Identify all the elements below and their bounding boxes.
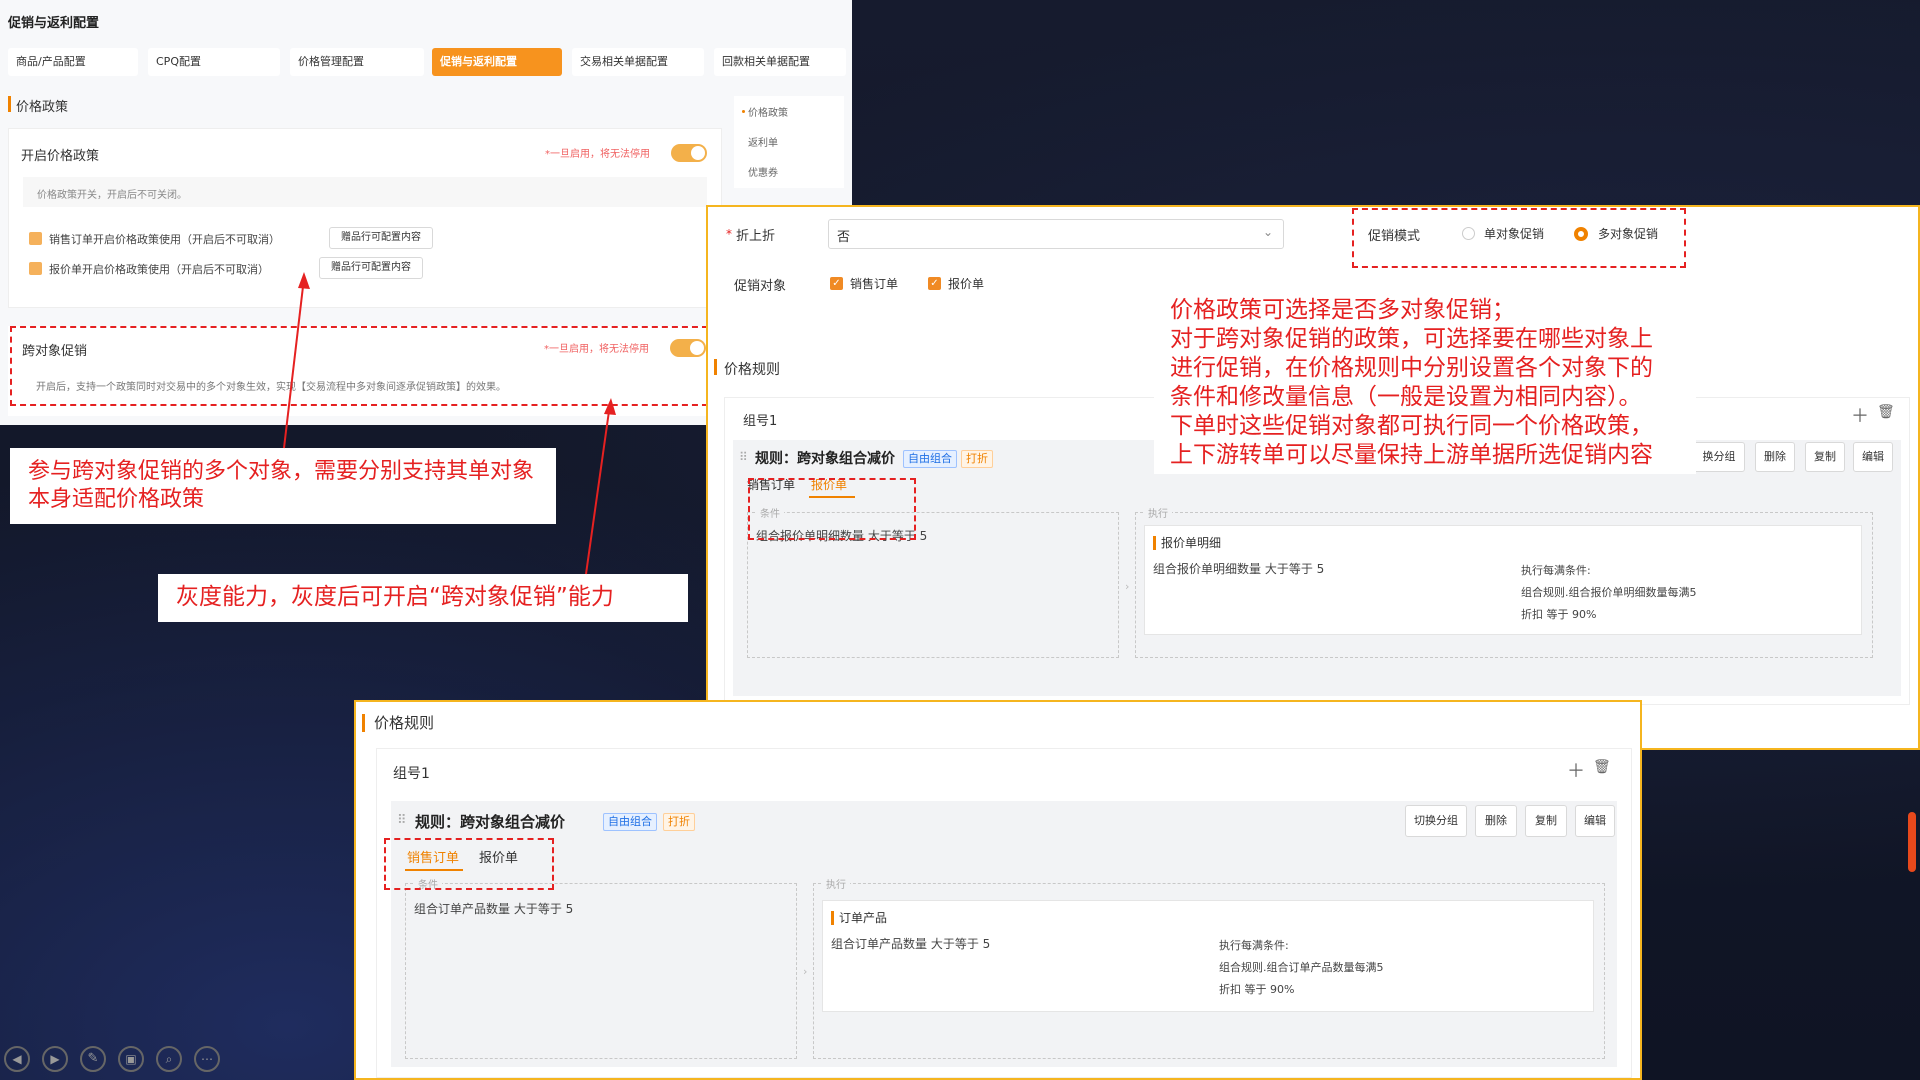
tag-discount: 打折 xyxy=(961,450,993,468)
execution-card: 报价单明细 组合报价单明细数量 大于等于 5 执行每满条件: 组合规则.组合报价… xyxy=(1144,525,1862,635)
bottom-edit-button[interactable]: 编辑 xyxy=(1575,805,1615,837)
delete-button[interactable]: 删除 xyxy=(1755,442,1795,472)
highlight-right-tabs xyxy=(748,478,916,540)
promo-target-label: 促销对象 xyxy=(734,279,787,294)
highlight-promo-mode xyxy=(1352,208,1686,268)
bottom-delete-button[interactable]: 删除 xyxy=(1475,805,1517,837)
bottom-condition-box: 条件 组合订单产品数量 大于等于 5 xyxy=(405,876,797,1059)
target-sales-label: 销售订单 xyxy=(850,277,899,291)
target-sales-checkbox[interactable]: ✓ xyxy=(830,277,843,290)
bottom-copy-button[interactable]: 复制 xyxy=(1525,805,1567,837)
tag-free-combo: 自由组合 xyxy=(903,450,957,468)
bottom-group-label: 组号1 xyxy=(393,766,430,782)
bottom-price-rule-marker xyxy=(362,714,365,732)
bottom-switch-group-button[interactable]: 切换分组 xyxy=(1405,805,1467,837)
bottom-rule-title: 规则：跨对象组合减价 xyxy=(415,813,566,831)
drag-handle-icon[interactable]: ⠿ xyxy=(739,450,748,464)
target-quote-label: 报价单 xyxy=(948,277,985,291)
bottom-execution-rule: 组合规则.组合订单产品数量每满5 xyxy=(1219,961,1384,974)
discount-select-value: 否 xyxy=(837,230,851,245)
bottom-rule-card: ⠿ 规则：跨对象组合减价 自由组合 打折 切换分组 删除 复制 编辑 销售订单 … xyxy=(391,801,1617,1067)
bottom-execution-label: 执行 xyxy=(822,876,850,891)
arrow-to-checkboxes xyxy=(283,277,305,449)
execution-rule: 组合规则.组合报价单明细数量每满5 xyxy=(1521,586,1697,599)
edit-button[interactable]: 编辑 xyxy=(1853,442,1893,472)
note-line-1: 价格政策可选择是否多对象促销； xyxy=(1170,297,1515,323)
note-line-6: 上下游转单可以尽量保持上游单据所选促销内容 xyxy=(1170,442,1653,468)
bottom-execution-condition: 组合订单产品数量 大于等于 5 xyxy=(831,937,991,951)
price-rule-title: 价格规则 xyxy=(724,362,780,378)
bottom-tag-free-combo: 自由组合 xyxy=(603,813,657,831)
rule-title: 规则：跨对象组合减价 xyxy=(755,451,895,467)
note-line-2: 对于跨对象促销的政策，可选择要在哪些对象上 xyxy=(1170,326,1653,352)
note-line-4: 条件和修改量信息（一般是设置为相同内容）。 xyxy=(1170,384,1642,410)
execution-box: 执行 报价单明细 组合报价单明细数量 大于等于 5 执行每满条件: 组合规则.组… xyxy=(1135,505,1873,658)
add-icon[interactable]: ＋ xyxy=(1851,402,1869,428)
more-icon[interactable]: ⋯ xyxy=(194,1046,220,1072)
bottom-condition-text: 组合订单产品数量 大于等于 5 xyxy=(414,902,574,916)
discount-required-star: * xyxy=(726,227,732,241)
copy-button[interactable]: 复制 xyxy=(1805,442,1845,472)
bottom-tag-discount: 打折 xyxy=(663,813,695,831)
bottom-rule-panel: 价格规则 组号1 ＋ 🗑 ⠿ 规则：跨对象组合减价 自由组合 打折 切换分组 删… xyxy=(354,700,1642,1080)
bottom-execution-box: 执行 订单产品 组合订单产品数量 大于等于 5 执行每满条件: 组合规则.组合订… xyxy=(813,876,1605,1059)
switch-group-button[interactable]: 换分组 xyxy=(1693,442,1745,472)
bottom-execution-title: 订单产品 xyxy=(839,911,888,925)
bottom-execution-title-marker xyxy=(831,911,834,925)
trash-icon[interactable]: 🗑 xyxy=(1877,404,1895,420)
zoom-icon[interactable]: ⌕ xyxy=(156,1046,182,1072)
discount-label: 折上折 xyxy=(736,229,776,244)
note-line-5: 下单时这些促销对象都可执行同一个价格政策， xyxy=(1170,413,1653,439)
group-label: 组号1 xyxy=(743,414,778,429)
execution-every: 执行每满条件: xyxy=(1521,564,1591,577)
bottom-execution-card: 订单产品 组合订单产品数量 大于等于 5 执行每满条件: 组合规则.组合订单产品… xyxy=(822,900,1594,1012)
chevron-down-icon: ⌄ xyxy=(1262,225,1273,239)
prev-icon[interactable]: ◀ xyxy=(4,1046,30,1072)
bottom-drag-handle-icon[interactable]: ⠿ xyxy=(397,813,407,828)
bottom-rule-group-box: 组号1 ＋ 🗑 ⠿ 规则：跨对象组合减价 自由组合 打折 切换分组 删除 复制 … xyxy=(376,748,1632,1078)
flow-arrow-icon: › xyxy=(1125,580,1130,593)
arrow-to-cross-object xyxy=(585,403,611,575)
layout-icon[interactable]: ▣ xyxy=(118,1046,144,1072)
discount-select[interactable]: 否 ⌄ xyxy=(828,219,1284,249)
bottom-execution-discount: 折扣 等于 90% xyxy=(1219,983,1295,996)
bottom-execution-every: 执行每满条件: xyxy=(1219,939,1289,952)
bottom-flow-arrow-icon: › xyxy=(803,965,808,978)
bottom-add-icon[interactable]: ＋ xyxy=(1567,757,1585,783)
bottom-price-rule-title: 价格规则 xyxy=(374,714,435,732)
target-quote-checkbox[interactable]: ✓ xyxy=(928,277,941,290)
arrow-head-cross-object xyxy=(604,398,616,415)
note-line-3: 进行促销，在价格规则中分别设置各个对象下的 xyxy=(1170,355,1653,381)
execution-title: 报价单明细 xyxy=(1161,536,1222,550)
player-controls: ◀ ▶ ✎ ▣ ⌕ ⋯ xyxy=(4,1046,234,1076)
execution-label: 执行 xyxy=(1144,505,1172,520)
execution-discount: 折扣 等于 90% xyxy=(1521,608,1597,621)
next-icon[interactable]: ▶ xyxy=(42,1046,68,1072)
scroll-indicator[interactable] xyxy=(1908,812,1916,872)
execution-title-marker xyxy=(1153,536,1156,550)
execution-condition: 组合报价单明细数量 大于等于 5 xyxy=(1153,562,1325,576)
arrow-head-checkboxes xyxy=(298,272,310,289)
highlight-bottom-tabs xyxy=(384,838,554,890)
pen-icon[interactable]: ✎ xyxy=(80,1046,106,1072)
bottom-trash-icon[interactable]: 🗑 xyxy=(1593,759,1611,775)
note-policy-explain: 价格政策可选择是否多对象促销； 对于跨对象促销的政策，可选择要在哪些对象上 进行… xyxy=(1154,296,1696,474)
price-rule-marker xyxy=(714,359,717,375)
